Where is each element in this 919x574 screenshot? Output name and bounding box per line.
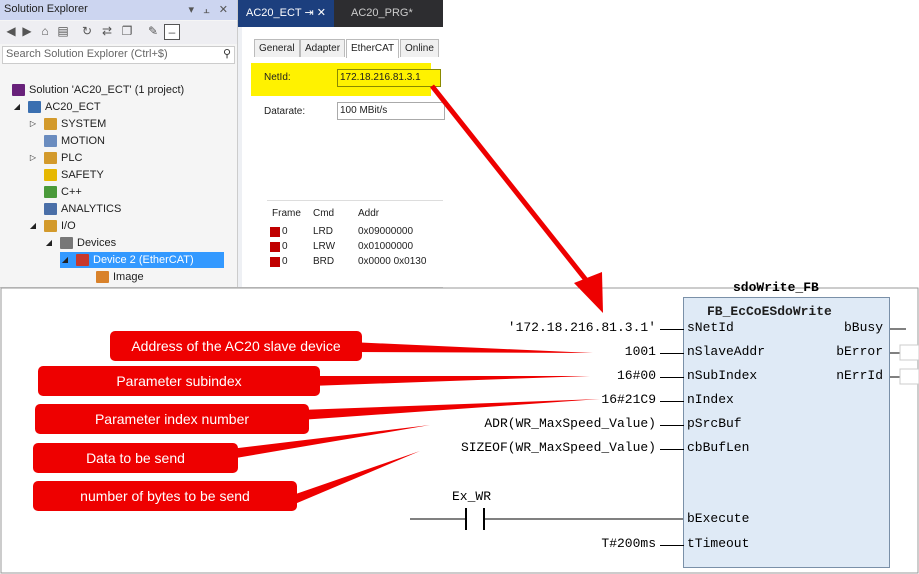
fb-output-pin[interactable]: nErrId [836,368,883,383]
fb-input-pin[interactable]: nIndex [687,392,734,407]
callout-data: Data to be send [33,443,238,473]
fb-input-pin[interactable]: nSlaveAddr [687,344,765,359]
fb-input-value[interactable]: SIZEOF(WR_MaxSpeed_Value) [461,440,656,455]
fb-input-value[interactable]: ADR(WR_MaxSpeed_Value) [484,416,656,431]
fb-input-value[interactable]: 16#21C9 [601,392,656,407]
input-wire [660,545,684,546]
fb-input-pin[interactable]: bExecute [687,511,749,526]
callout-bytes: number of bytes to be send [33,481,297,511]
fb-input-value[interactable]: 1001 [625,344,656,359]
fb-input-value[interactable]: 16#00 [617,368,656,383]
input-wire [660,401,684,402]
input-wire [660,425,684,426]
pointer-bytes [290,451,420,506]
fb-type-name: FB_EcCoESdoWrite [707,304,832,319]
input-wire [660,329,684,330]
function-block[interactable] [683,297,890,568]
netid-arrow [430,84,592,287]
contact-label: Ex_WR [452,489,492,504]
callout-slave-address: Address of the AC20 slave device [110,331,362,361]
fb-input-value[interactable]: T#200ms [601,536,656,551]
fb-input-pin[interactable]: nSubIndex [687,368,757,383]
fb-input-pin[interactable]: pSrcBuf [687,416,742,431]
fb-output-pin[interactable]: bError [836,344,883,359]
callout-index-number: Parameter index number [35,404,309,434]
input-wire [660,449,684,450]
fb-instance-name: sdoWrite_FB [733,280,819,295]
input-wire [660,377,684,378]
input-wire [660,353,684,354]
fb-output-pin[interactable]: bBusy [844,320,883,335]
fb-input-pin[interactable]: tTimeout [687,536,749,551]
pointer-subindex [310,376,590,386]
pointer-slave-addr [350,342,593,353]
fb-input-value[interactable]: '172.18.216.81.3.1' [508,320,656,335]
fb-input-pin[interactable]: cbBufLen [687,440,749,455]
callout-subindex: Parameter subindex [38,366,320,396]
netid-arrow-head [574,272,603,313]
fb-input-pin[interactable]: sNetId [687,320,734,335]
